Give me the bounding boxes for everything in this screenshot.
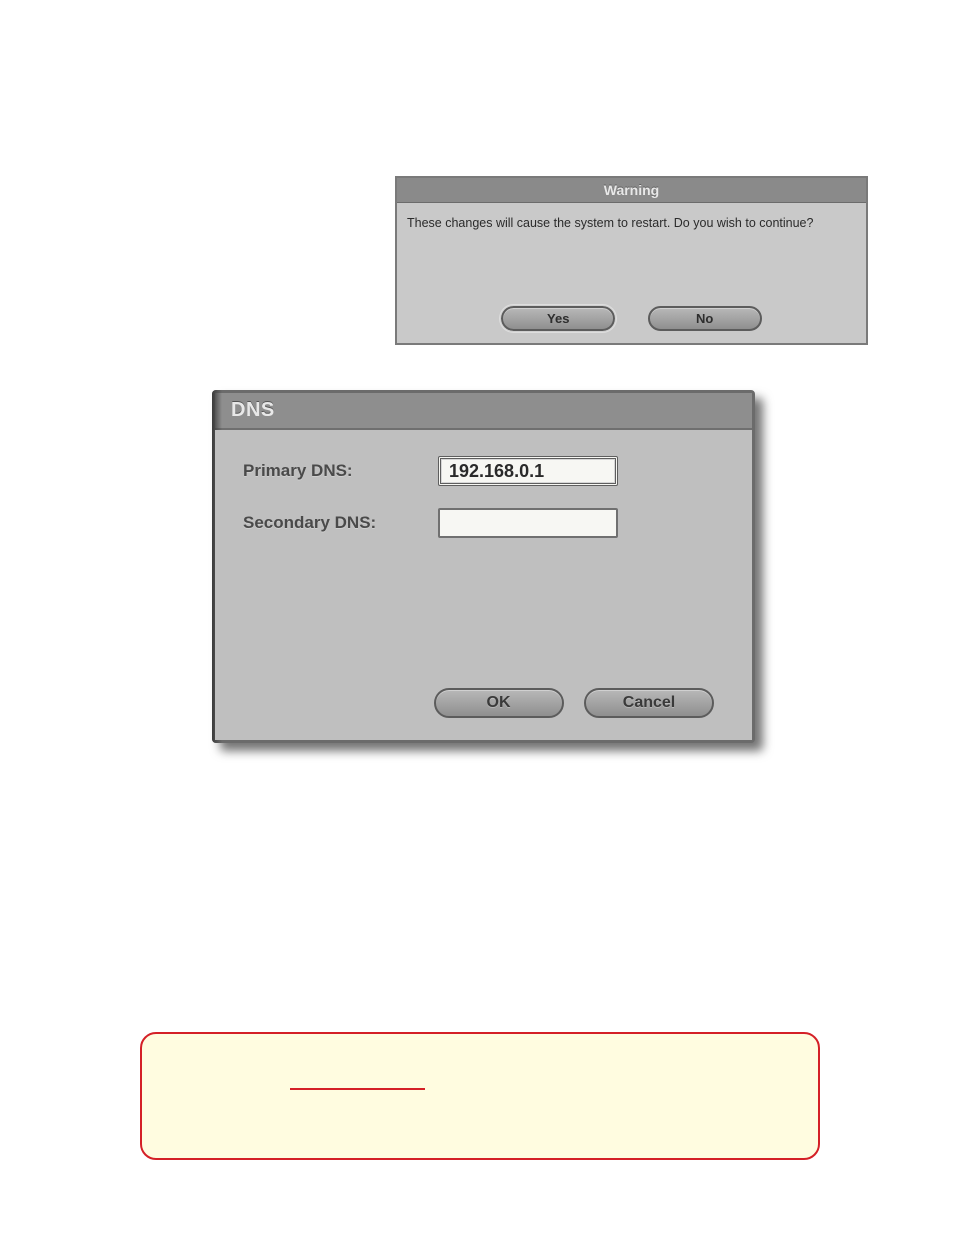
warning-message: These changes will cause the system to r… [407,215,856,231]
secondary-dns-label: Secondary DNS: [243,513,438,533]
secondary-dns-row: Secondary DNS: [243,508,724,538]
document-page: Warning These changes will cause the sys… [0,0,954,1235]
cancel-button[interactable]: Cancel [584,688,714,718]
dns-dialog-body: Primary DNS: Secondary DNS: OK Cancel [215,430,752,740]
ok-button[interactable]: OK [434,688,564,718]
note-box [140,1032,820,1160]
no-button[interactable]: No [648,306,762,331]
dns-dialog: DNS Primary DNS: Secondary DNS: OK Cance… [212,390,755,743]
primary-dns-input[interactable] [438,456,618,486]
secondary-dns-input[interactable] [438,508,618,538]
note-underline [290,1088,425,1090]
warning-dialog: Warning These changes will cause the sys… [395,176,868,345]
yes-button[interactable]: Yes [501,306,615,331]
warning-dialog-button-row: Yes No [397,306,866,331]
dns-dialog-title: DNS [215,393,752,430]
primary-dns-label: Primary DNS: [243,461,438,481]
dns-dialog-button-row: OK Cancel [426,688,722,718]
warning-dialog-body: These changes will cause the system to r… [397,203,866,343]
primary-dns-row: Primary DNS: [243,456,724,486]
warning-dialog-title: Warning [397,178,866,203]
